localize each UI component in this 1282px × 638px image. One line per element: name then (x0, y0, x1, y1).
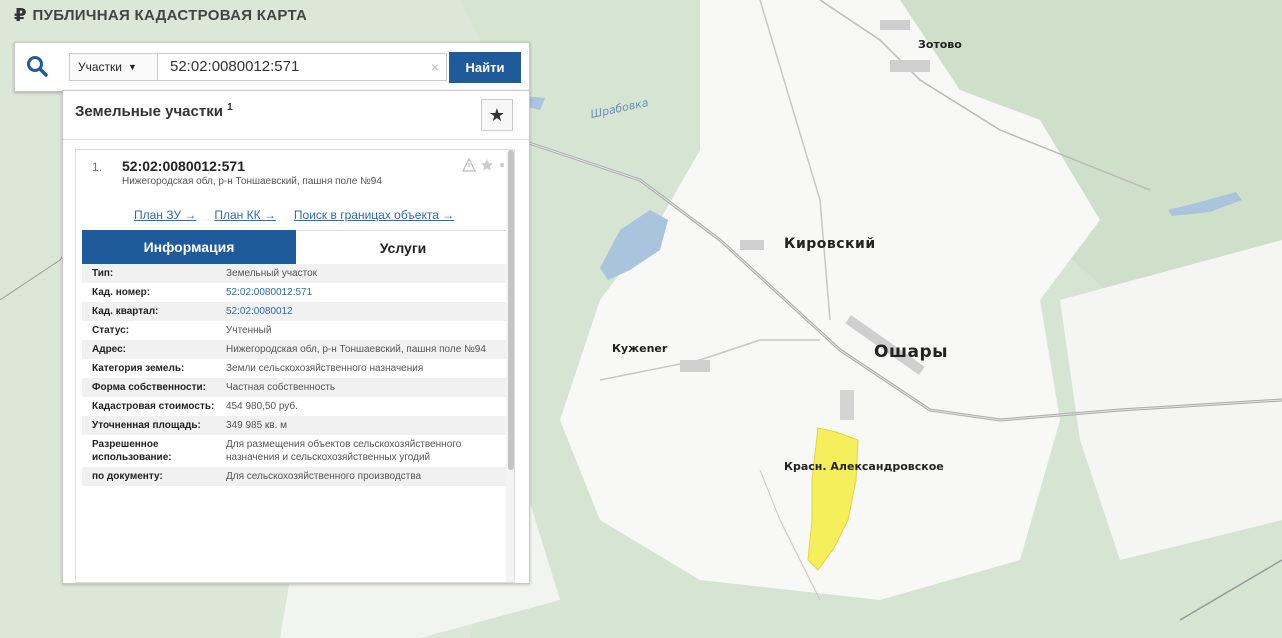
info-row-cad-number: Кад. номер: 52:02:0080012:571 (82, 283, 510, 302)
info-value: Учтенный (226, 325, 272, 336)
search-bar: Участки ▼ 52:02:0080012:571 × Найти (14, 42, 530, 92)
info-row-type: Тип: Земельный участок (82, 264, 510, 283)
result-tabs: Информация Услуги (82, 230, 510, 264)
app-header: ₽ ПУБЛИЧНАЯ КАДАСТРОВАЯ КАРТА (14, 4, 307, 26)
clear-icon[interactable]: × (425, 53, 445, 81)
info-key: Категория земель: (92, 363, 185, 374)
info-row-area: Уточненная площадь: 349 985 кв. м (82, 416, 510, 435)
info-key: Адрес: (92, 344, 126, 355)
info-key: Кад. номер: (92, 287, 151, 298)
info-row-cad-quarter: Кад. квартал: 52:02:0080012 (82, 302, 510, 321)
info-row-cad-value: Кадастровая стоимость: 454 980,50 руб. (82, 397, 510, 416)
info-key: Кадастровая стоимость: (92, 401, 215, 412)
result-address: Нижегородская обл, р-н Тоншаевский, пашн… (122, 176, 382, 187)
search-input[interactable]: 52:02:0080012:571 (157, 53, 447, 81)
info-row-status: Статус: Учтенный (82, 321, 510, 340)
info-value: 349 985 кв. м (226, 420, 288, 431)
tab-services[interactable]: Услуги (296, 230, 510, 264)
panel-title: Земельные участки 1 (75, 102, 233, 120)
info-value: 454 980,50 руб. (226, 401, 298, 412)
find-button[interactable]: Найти (449, 52, 521, 83)
info-key: по документу: (92, 471, 163, 482)
info-value-link[interactable]: 52:02:0080012 (226, 305, 510, 318)
tab-information[interactable]: Информация (82, 230, 296, 264)
link-plan-zu[interactable]: План ЗУ → (134, 208, 196, 222)
info-value: Нижегородская обл, р-н Тоншаевский, пашн… (226, 344, 486, 355)
result-card: 1. 52:02:0080012:571 Нижегородская обл, … (75, 149, 515, 583)
app-title: ПУБЛИЧНАЯ КАДАСТРОВАЯ КАРТА (32, 6, 308, 24)
search-type-dropdown[interactable]: Участки ▼ (69, 53, 157, 81)
app-logo-icon: ₽ (14, 4, 27, 26)
info-key: Тип: (92, 268, 114, 279)
favorite-button[interactable]: ★ (481, 99, 513, 131)
search-type-label: Участки (78, 60, 122, 74)
map-label-kirovsky: Кировский (784, 236, 876, 252)
panel-title-text: Земельные участки (75, 103, 223, 120)
info-row-address: Адрес: Нижегородская обл, р-н Тоншаевски… (82, 340, 510, 359)
link-plan-kk[interactable]: План КК → (214, 208, 276, 222)
map-label-krasn-aleksandrovskoe: Красн. Александровское (784, 460, 944, 473)
results-panel: Земельные участки 1 ★ 1. 52:02:0080012:5… (62, 90, 530, 584)
scrollbar-thumb[interactable] (508, 150, 514, 470)
info-value: Для сельскохозяйственного производства (226, 471, 422, 482)
result-links: План ЗУ → План КК → Поиск в границах объ… (134, 208, 454, 222)
result-index: 1. (92, 160, 103, 174)
info-value: Земельный участок (226, 268, 318, 279)
info-key: Форма собственности: (92, 382, 206, 393)
info-value: Земли сельскохозяйственного назначения (226, 363, 424, 374)
info-value-link[interactable]: 52:02:0080012:571 (226, 286, 510, 299)
info-key: Уточненная площадь: (92, 420, 201, 431)
info-value: Для размещения объектов сельскохозяйстве… (226, 439, 462, 463)
chevron-down-icon: ▼ (128, 62, 137, 72)
result-tools (462, 158, 512, 172)
info-table: Тип: Земельный участок Кад. номер: 52:02… (82, 264, 510, 486)
info-row-by-document: по документу: Для сельскохозяйственного … (82, 467, 510, 486)
warning-icon[interactable] (462, 158, 476, 172)
map-label-kuzhener: Кужener (612, 342, 668, 355)
info-row-ownership: Форма собственности: Частная собственнос… (82, 378, 510, 397)
map-label-oshary: Ошары (874, 342, 949, 362)
info-row-permitted-use: Разрешенное использование: Для размещени… (82, 435, 510, 467)
info-key: Разрешенное использование: (92, 439, 172, 463)
result-count: 1 (227, 102, 233, 113)
divider (63, 139, 529, 140)
info-key: Статус: (92, 325, 130, 336)
result-cad-number[interactable]: 52:02:0080012:571 (122, 158, 245, 174)
info-key: Кад. квартал: (92, 306, 159, 317)
star-outline-icon[interactable] (480, 158, 494, 172)
link-search-in-bounds[interactable]: Поиск в границах объекта → (294, 208, 454, 222)
star-icon: ★ (488, 104, 506, 125)
search-icon[interactable] (25, 54, 49, 78)
map-label-zotovo: Зотово (918, 38, 962, 51)
info-row-land-category: Категория земель: Земли сельскохозяйстве… (82, 359, 510, 378)
info-value: Частная собственность (226, 382, 336, 393)
